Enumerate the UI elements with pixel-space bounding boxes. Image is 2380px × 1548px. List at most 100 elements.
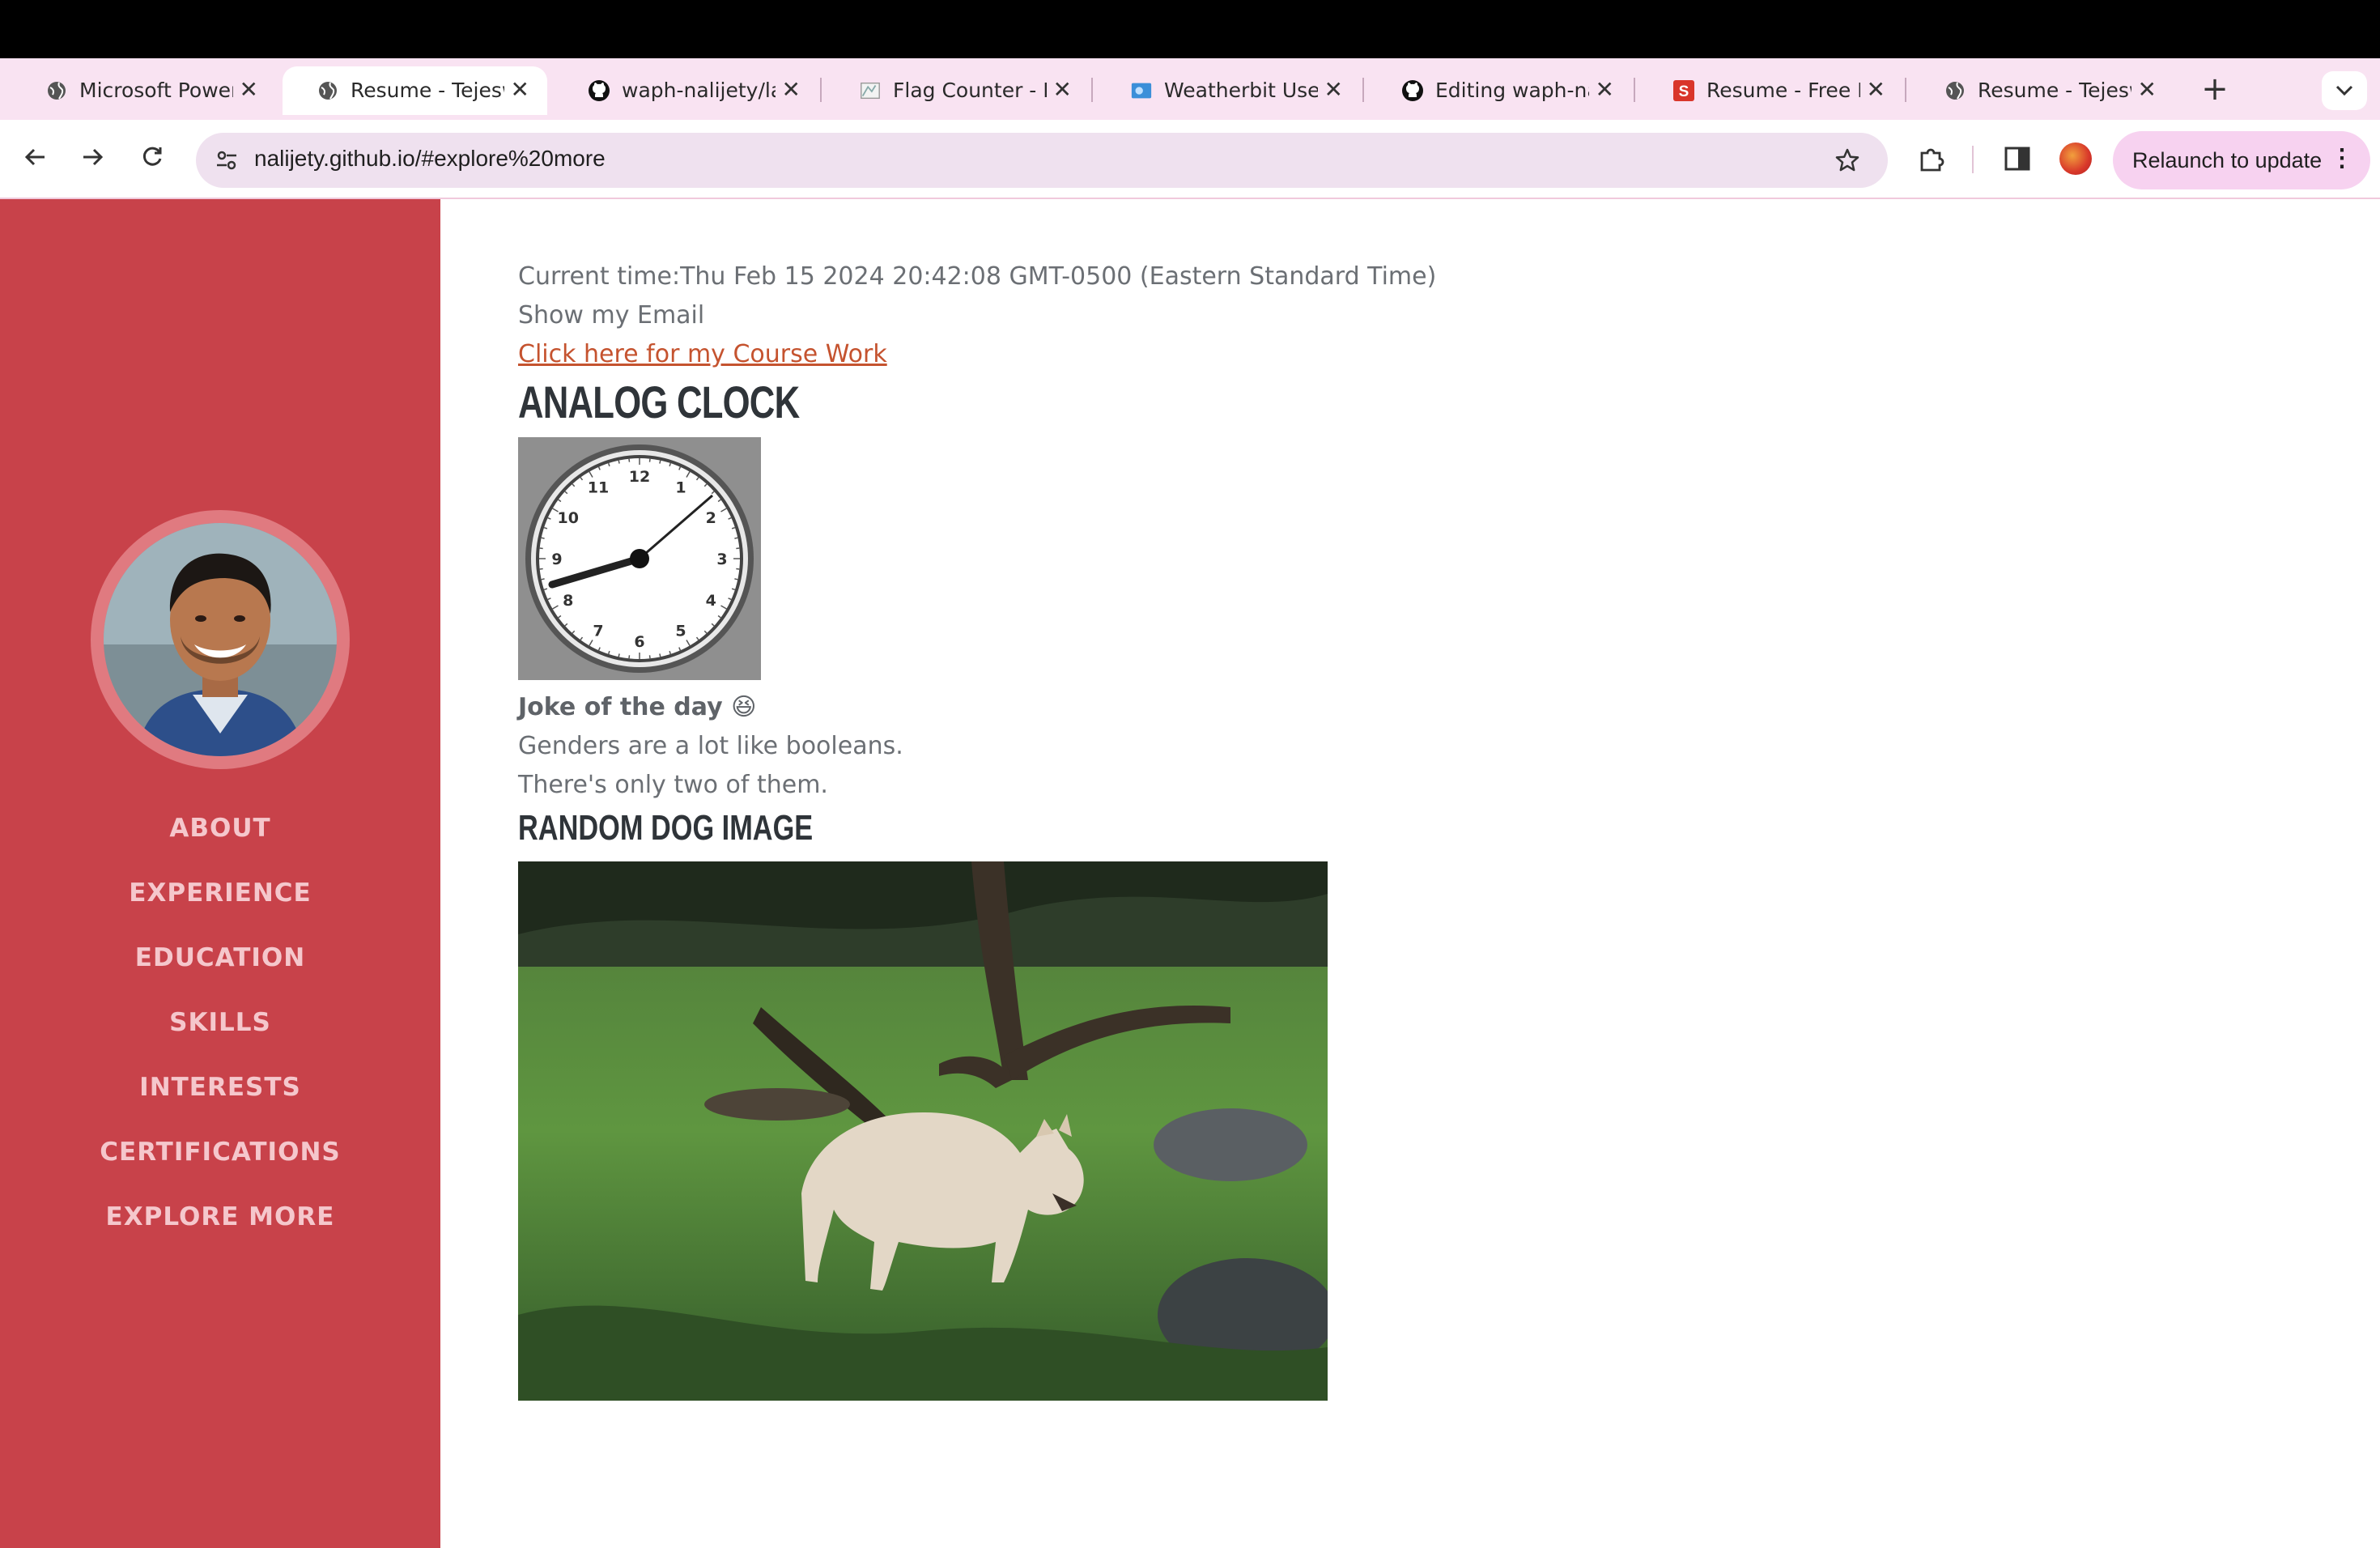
clock-number: 8 — [563, 592, 573, 610]
svg-text:S: S — [1679, 83, 1689, 100]
browser-tab[interactable]: Weatherbit User ✕ — [1096, 66, 1361, 115]
clock-tick — [734, 578, 738, 580]
sidebar-item-skills[interactable]: SKILLS — [0, 1000, 440, 1065]
sidebar-item-education[interactable]: EDUCATION — [0, 935, 440, 1000]
clock-number: 1 — [675, 479, 686, 497]
github-icon — [588, 79, 610, 102]
sidebar-item-interests[interactable]: INTERESTS — [0, 1065, 440, 1129]
clock-number: 9 — [551, 551, 562, 568]
random-dog-heading: RANDOM DOG IMAGE — [518, 808, 814, 848]
clock-tick — [659, 460, 661, 464]
clock-number: 5 — [675, 622, 686, 640]
main-content: Current time:Thu Feb 15 2024 20:42:08 GM… — [518, 257, 2299, 1401]
browser-tab[interactable]: Resume - Tejeswar ✕ — [283, 66, 547, 115]
clock-tick — [648, 655, 651, 659]
close-tab-icon[interactable]: ✕ — [2138, 78, 2157, 102]
tab-title: Microsoft PowerPoint — [79, 79, 233, 102]
joke-title: Joke of the day 😆 — [518, 693, 757, 721]
clock-tick — [736, 547, 740, 550]
tab-separator — [820, 78, 822, 102]
resume-s-icon: S — [1672, 79, 1695, 102]
site-info-icon[interactable] — [210, 144, 243, 176]
show-email-toggle[interactable]: Show my Email — [518, 296, 2299, 335]
close-tab-icon[interactable]: ✕ — [511, 78, 529, 102]
side-panel-icon — [2004, 147, 2030, 171]
clock-number: 12 — [629, 468, 650, 486]
clock-number: 11 — [588, 479, 609, 497]
avatar — [91, 510, 350, 769]
tab-separator — [1905, 78, 1906, 102]
joke-line-1: Genders are a lot like booleans. — [518, 732, 903, 760]
address-bar[interactable]: nalijety.github.io/#explore%20more — [196, 133, 1888, 188]
tab-title: Editing waph-nalijety — [1435, 79, 1589, 102]
tab-title: Resume - Tejeswar — [351, 79, 504, 102]
browser-tab[interactable]: Editing waph-nalijety ✕ — [1367, 66, 1632, 115]
clock-number: 4 — [706, 592, 716, 610]
profile-avatar[interactable] — [2059, 142, 2092, 175]
close-tab-icon[interactable]: ✕ — [782, 78, 801, 102]
clock-tick — [618, 460, 620, 464]
tab-separator — [1634, 78, 1635, 102]
tab-separator — [1091, 78, 1093, 102]
browser-tab[interactable]: Microsoft PowerPoint ✕ — [11, 66, 276, 115]
clock-tick — [628, 458, 631, 462]
sidebar-item-about[interactable]: ABOUT — [0, 806, 440, 870]
bookmark-star-icon[interactable] — [1830, 142, 1865, 178]
close-tab-icon[interactable]: ✕ — [1867, 78, 1885, 102]
reload-button[interactable] — [133, 138, 172, 176]
course-work-link[interactable]: Click here for my Course Work — [518, 340, 887, 368]
extensions-button[interactable] — [1912, 139, 1951, 178]
puzzle-icon — [1920, 148, 1944, 172]
clock-number: 6 — [634, 633, 644, 651]
sidebar-item-experience[interactable]: EXPERIENCE — [0, 870, 440, 935]
clock-number: 10 — [557, 509, 578, 527]
forward-arrow-icon — [83, 148, 104, 166]
clock-tick — [736, 568, 740, 570]
back-button[interactable] — [16, 138, 55, 176]
close-tab-icon[interactable]: ✕ — [1324, 78, 1343, 102]
clock-tick — [541, 578, 545, 580]
browser-tab[interactable]: Resume - Tejeswar ✕ — [1910, 66, 2174, 115]
side-panel-button[interactable] — [1998, 139, 2037, 178]
close-tab-icon[interactable]: ✕ — [240, 78, 258, 102]
toolbar-divider — [1972, 146, 1974, 173]
clock-tick — [628, 655, 631, 659]
sidebar-item-certifications[interactable]: CERTIFICATIONS — [0, 1129, 440, 1194]
forward-button[interactable] — [73, 138, 112, 176]
more-menu-icon[interactable]: ⋮ — [2330, 142, 2354, 175]
relaunch-label: Relaunch to update — [2132, 147, 2323, 172]
flag-counter-icon — [859, 79, 882, 102]
back-arrow-icon — [24, 148, 45, 166]
tab-search-button[interactable] — [2322, 71, 2367, 110]
browser-tab[interactable]: Flag Counter - Free ✕ — [825, 66, 1090, 115]
tab-title: Resume - Free Resume — [1706, 79, 1860, 102]
browser-tab[interactable]: waph-nalijety/lab ✕ — [554, 66, 818, 115]
analog-clock-heading: ANALOG CLOCK — [518, 376, 800, 427]
tab-title: waph-nalijety/lab — [622, 79, 776, 102]
globe-icon — [1944, 79, 1966, 102]
weatherbit-icon — [1130, 79, 1153, 102]
clock-tick — [659, 653, 661, 657]
clock-tick — [648, 458, 651, 462]
random-dog-image — [518, 861, 1336, 1401]
reload-icon — [142, 147, 162, 166]
close-tab-icon[interactable]: ✕ — [1596, 78, 1614, 102]
url-text[interactable]: nalijety.github.io/#explore%20more — [254, 146, 606, 172]
sidebar-item-explore-more[interactable]: EXPLORE MORE — [0, 1194, 440, 1259]
github-icon — [1401, 79, 1424, 102]
current-time-text: Current time:Thu Feb 15 2024 20:42:08 GM… — [518, 262, 1437, 291]
relaunch-button[interactable]: Relaunch to update ⋮ — [2113, 131, 2370, 189]
browser-tab[interactable]: S Resume - Free Resume ✕ — [1638, 66, 1903, 115]
close-tab-icon[interactable]: ✕ — [1053, 78, 1072, 102]
window-top-bar — [0, 0, 2380, 58]
clock-number: 7 — [593, 622, 603, 640]
tab-title: Weatherbit User — [1164, 79, 1318, 102]
chevron-down-icon — [2335, 85, 2353, 96]
profile-photo — [104, 523, 337, 756]
sidebar-nav: ABOUT EXPERIENCE EDUCATION SKILLS INTERESTS C… — [0, 806, 440, 1259]
globe-icon — [45, 79, 68, 102]
tab-title: Resume - Tejeswar — [1978, 79, 2131, 102]
clock-number: 2 — [706, 509, 716, 527]
clock-tick — [539, 568, 543, 570]
new-tab-button[interactable]: + — [2199, 73, 2231, 105]
